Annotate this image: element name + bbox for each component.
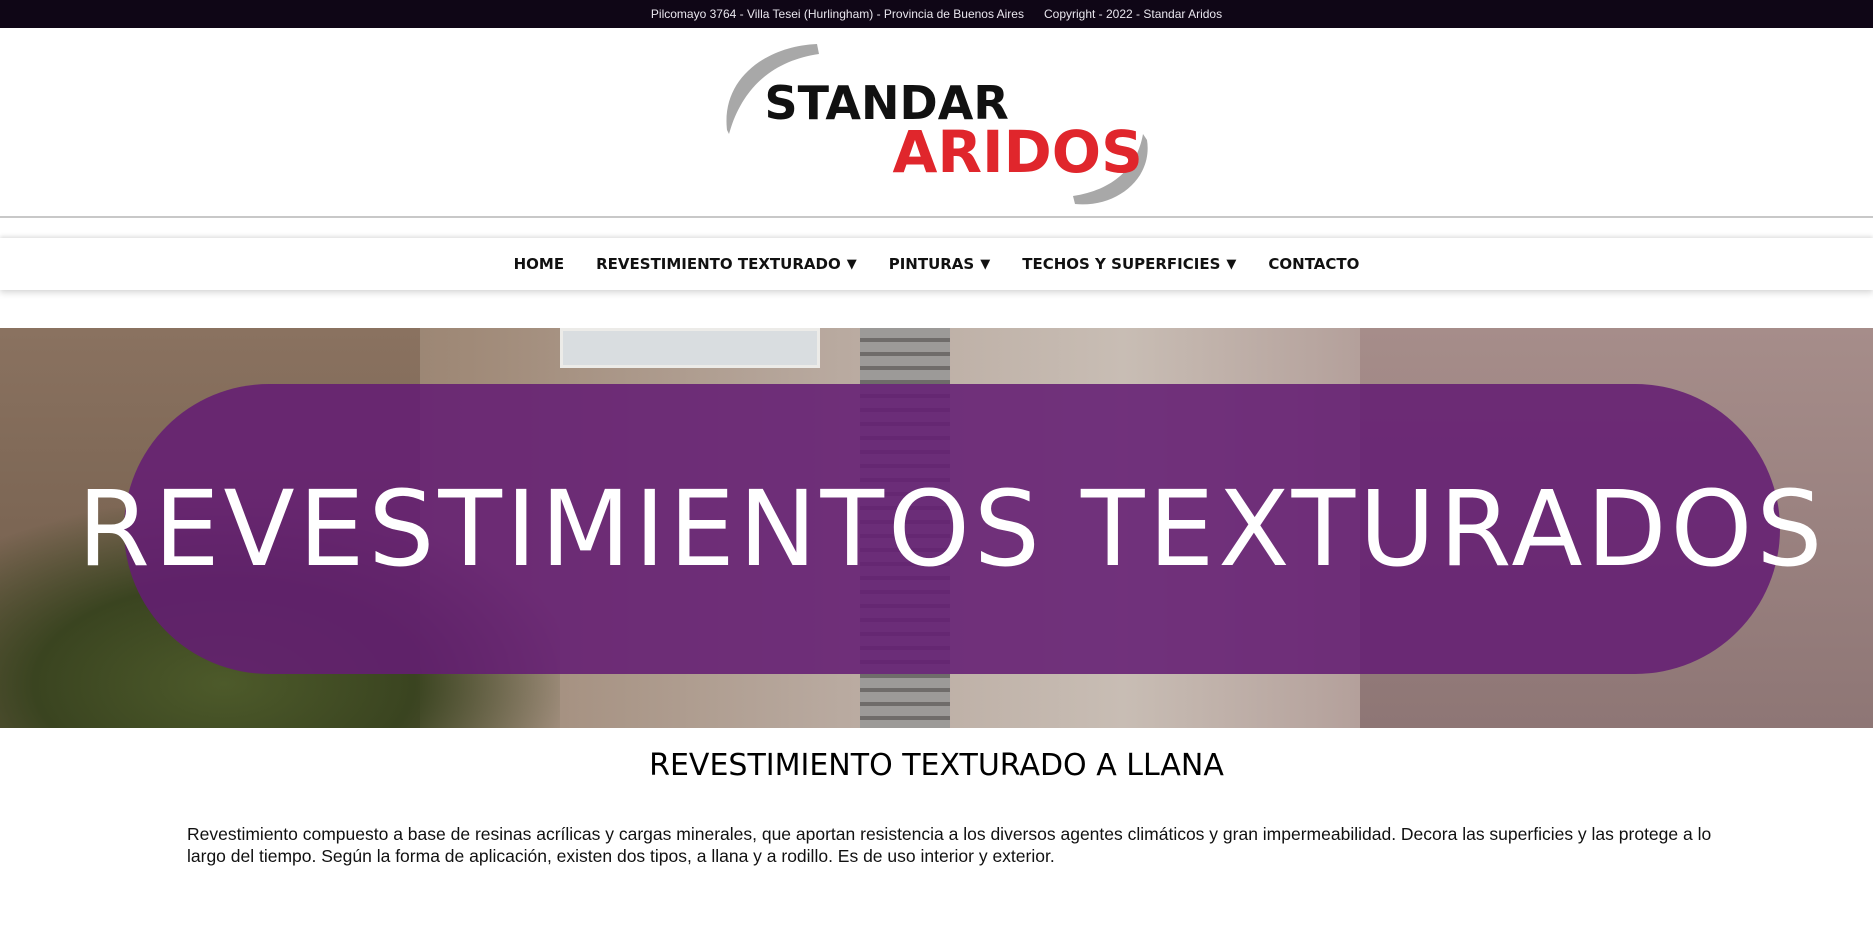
hero-title-pill: REVESTIMIENTOS TEXTURADOS (78, 384, 1822, 674)
nav-label: TECHOS Y SUPERFICIES (1022, 255, 1221, 273)
nav-label: HOME (513, 255, 565, 273)
nav-label: PINTURAS (888, 255, 975, 273)
nav-item-revestimiento-texturado[interactable]: REVESTIMIENTO TEXTURADO ▼ (596, 255, 857, 273)
address-text: Pilcomayo 3764 - Villa Tesei (Hurlingham… (650, 7, 1024, 21)
logo-word-aridos: ARIDOS (892, 118, 1143, 186)
nav-label: CONTACTO (1268, 255, 1360, 273)
logo-area: STANDAR ARIDOS (0, 28, 1873, 218)
copyright-text: Copyright - 2022 - Standar Aridos (1043, 7, 1223, 21)
section-paragraph: Revestimiento compuesto a base de resina… (187, 824, 1712, 866)
caret-down-icon: ▼ (980, 256, 991, 272)
hero-banner: REVESTIMIENTOS TEXTURADOS (0, 328, 1873, 728)
main-nav: HOME REVESTIMIENTO TEXTURADO ▼ PINTURAS … (0, 238, 1873, 290)
hero-title: REVESTIMIENTOS TEXTURADOS (77, 468, 1827, 590)
nav-label: REVESTIMIENTO TEXTURADO (596, 255, 841, 273)
header-divider (0, 216, 1873, 218)
caret-down-icon: ▼ (846, 256, 857, 272)
caret-down-icon: ▼ (1226, 256, 1237, 272)
top-info-bar: Pilcomayo 3764 - Villa Tesei (Hurlingham… (0, 0, 1873, 28)
section-heading: REVESTIMIENTO TEXTURADO A LLANA (649, 748, 1224, 783)
hero-window (560, 328, 820, 368)
nav-item-pinturas[interactable]: PINTURAS ▼ (889, 255, 991, 273)
nav-item-contacto[interactable]: CONTACTO (1268, 255, 1359, 273)
nav-item-techos-y-superficies[interactable]: TECHOS Y SUPERFICIES ▼ (1022, 255, 1236, 273)
nav-item-home[interactable]: HOME (514, 255, 564, 273)
site-logo[interactable]: STANDAR ARIDOS (717, 38, 1157, 208)
